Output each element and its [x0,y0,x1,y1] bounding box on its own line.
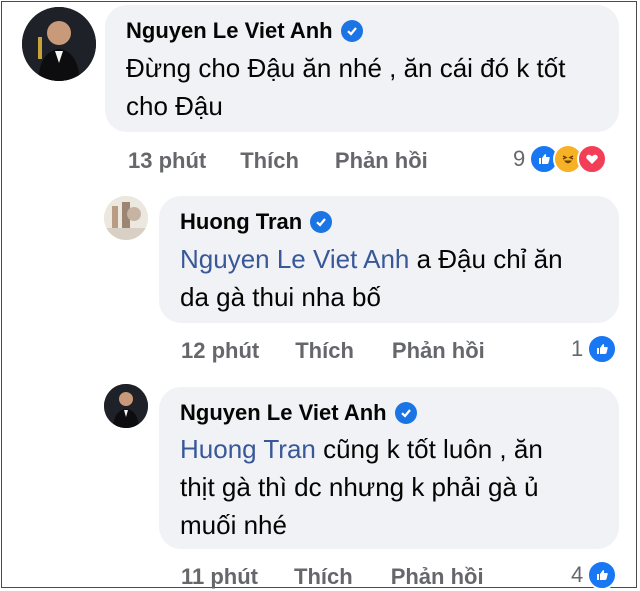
reply-button[interactable]: Phản hồi [392,338,485,364]
timestamp[interactable]: 13 phút [128,148,206,174]
comment-text-line: da gà thui nha bố [180,282,381,312]
comment-actions: 13 phút Thích Phản hồi [128,148,428,174]
timestamp[interactable]: 12 phút [181,338,259,364]
reply-button[interactable]: Phản hồi [335,148,428,174]
timestamp[interactable]: 11 phút [181,564,258,590]
verified-badge-icon [394,402,417,424]
comment-text-line: Nguyen Le Viet Anh a Đậu chỉ ăn [180,240,610,278]
verified-badge-icon [340,20,363,42]
comment-text-line: cho Đậu [126,91,223,121]
mention-link[interactable]: Huong Tran [180,434,316,464]
comment-actions: 12 phút Thích Phản hồi [181,338,485,364]
comment-text: Đừng cho Đậu ăn nhé , ăn cái đó k tốt ch… [126,49,606,125]
like-button[interactable]: Thích [240,148,299,174]
comment-text-span: a Đậu chỉ ăn [409,244,563,274]
reaction-count: 9 [513,146,526,171]
comment-author[interactable]: Nguyen Le Viet Anh [180,400,417,426]
love-reaction-icon [577,144,608,174]
comment-text: Nguyen Le Viet Anh a Đậu chỉ ăn da gà th… [180,240,610,316]
comment-text-line: muối nhé [180,510,287,540]
reaction-count: 4 [571,562,584,587]
comment-text: Huong Tran cũng k tốt luôn , ăn thịt gà … [180,430,610,544]
reaction-count: 1 [571,336,584,361]
comment-actions: 11 phút Thích Phản hồi [181,564,484,590]
comment-text-span: cũng k tốt luôn , ăn [315,434,543,464]
like-reaction-icon [587,560,618,590]
comment-text-line: Đừng cho Đậu ăn nhé , ăn cái đó k tốt [126,53,566,83]
avatar[interactable] [104,384,148,428]
reaction-summary[interactable]: 9 [513,144,608,174]
screenshot-frame: Nguyen Le Viet Anh Đừng cho Đậu ăn nhé ,… [1,1,637,590]
avatar[interactable] [104,196,148,240]
avatar[interactable] [22,7,96,81]
comment-author[interactable]: Nguyen Le Viet Anh [126,18,363,44]
reaction-summary[interactable]: 4 [571,560,618,590]
like-reaction-icon [587,334,618,364]
author-name[interactable]: Nguyen Le Viet Anh [126,18,333,44]
comment-author[interactable]: Huong Tran [180,209,333,235]
like-button[interactable]: Thích [295,338,354,364]
comment-text-line: Huong Tran cũng k tốt luôn , ăn [180,430,610,468]
reply-button[interactable]: Phản hồi [391,564,484,590]
verified-badge-icon [310,211,333,233]
mention-link[interactable]: Nguyen Le Viet Anh [180,244,409,274]
author-name[interactable]: Nguyen Le Viet Anh [180,400,387,426]
reaction-summary[interactable]: 1 [571,334,618,364]
author-name[interactable]: Huong Tran [180,209,302,235]
like-button[interactable]: Thích [294,564,353,590]
comment-text-line: thịt gà thì dc nhưng k phải gà ủ [180,472,539,502]
